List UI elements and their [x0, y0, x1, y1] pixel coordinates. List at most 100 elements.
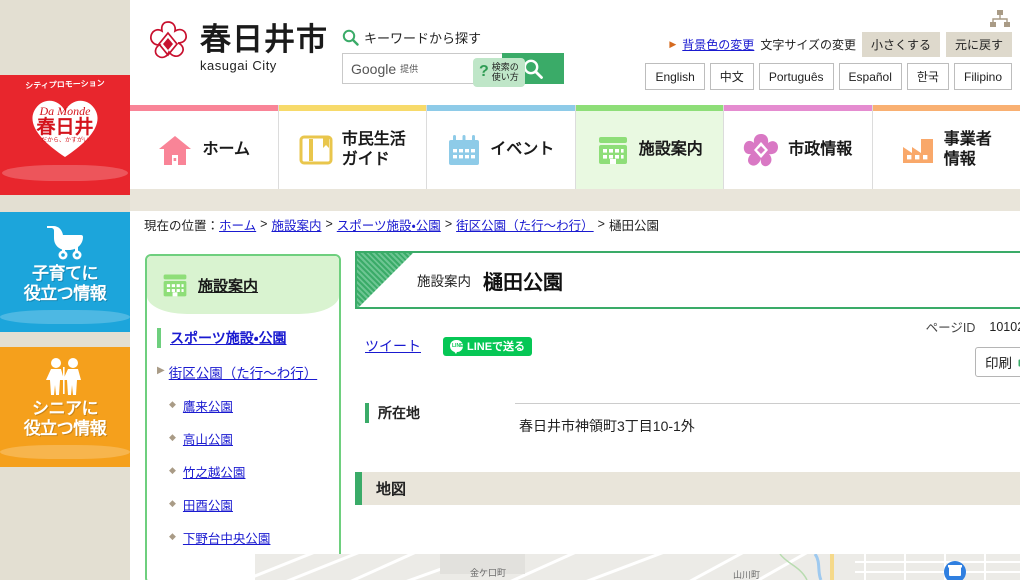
background-color-change-link[interactable]: 背景色の変更 — [682, 36, 754, 53]
address-value-wrap: 春日井市神領町3丁目10-1外 — [515, 403, 1020, 436]
logo-text-ja: 春日井市 — [200, 22, 328, 57]
promo-sidebar: シティプロモーション Da Monde 春日井 だから、かすがい 子育てに 役立… — [0, 0, 130, 580]
brush-stroke-decoration — [0, 445, 130, 459]
local-nav-link-tatori-park[interactable]: 田酉公園 — [183, 495, 233, 514]
local-nav-header: 施設案内 — [147, 256, 339, 314]
local-navigation: 施設案内 スポーツ施設・公園 ▶ 街区公園（た行～わ行） ◆ 鷹来公園 ◆ 高山… — [145, 254, 341, 580]
nav-label-business-info: 事業者 情報 — [943, 130, 992, 168]
kosodate-label-line2: 役立つ情報 — [23, 284, 107, 304]
lang-english[interactable]: English — [645, 63, 705, 90]
address-value: 春日井市神領町3丁目10-1外 — [519, 418, 695, 434]
nav-item-business-info[interactable]: 事業者 情報 — [872, 105, 1020, 189]
nav-item-facility-guide[interactable]: 施設案内 — [575, 105, 724, 189]
stroller-icon — [47, 226, 83, 260]
nav-item-citizen-guide[interactable]: 市民生活 ガイド — [278, 105, 427, 189]
map-section-title: 地図 — [376, 481, 407, 498]
senior-label: シニアに 役立つ情報 — [0, 399, 130, 440]
nav-label-citizen-guide: 市民生活 ガイド — [341, 130, 406, 168]
lang-chinese[interactable]: 中文 — [709, 63, 754, 90]
diamond-bullet-icon: ◆ — [169, 399, 176, 409]
senior-banner[interactable]: シニアに 役立つ情報 — [0, 347, 130, 467]
lang-filipino[interactable]: Filipino — [953, 63, 1012, 90]
breadcrumb-link-home[interactable]: ホーム — [219, 215, 256, 234]
breadcrumb-link-district-parks[interactable]: 街区公園（た行～わ行） — [456, 215, 594, 234]
nav-item-home[interactable]: ホーム — [130, 105, 279, 189]
nav-label-home: ホーム — [202, 140, 251, 158]
site-logo[interactable]: 春日井市 kasugai City — [142, 18, 328, 73]
nav-accent-bar — [724, 105, 872, 111]
nav-item-events[interactable]: イベント — [427, 105, 576, 189]
lang-portuguese[interactable]: Português — [758, 63, 834, 90]
local-nav-title: 施設案内 — [198, 277, 259, 295]
breadcrumb-link-sports-parks[interactable]: スポーツ施設・公園 — [337, 215, 441, 234]
list-item: ◆ 高山公園 — [169, 429, 339, 448]
local-nav-subsection: ▶ 街区公園（た行～わ行） — [157, 362, 339, 382]
question-mark-icon: ? — [479, 63, 489, 81]
font-smaller-button[interactable]: 小さくする — [861, 32, 940, 57]
promo-brand-da: Da Monde — [39, 104, 91, 118]
building-icon — [163, 274, 187, 297]
kosodate-label-line1: 子育てに — [32, 264, 99, 283]
local-nav-link-takaki-park[interactable]: 鷹来公園 — [183, 396, 233, 415]
line-share-button[interactable]: LINE LINEで送る — [443, 336, 533, 356]
elderly-couple-icon — [46, 358, 81, 395]
breadcrumb-link-facility-guide[interactable]: 施設案内 — [271, 215, 321, 234]
nav-accent-bar — [278, 105, 426, 111]
search-icon — [523, 59, 543, 79]
site-header: 春日井市 kasugai City キーワードから探す Google 提供 ? … — [130, 0, 1020, 105]
breadcrumb-separator: > — [597, 217, 605, 231]
brush-stroke-decoration — [2, 165, 128, 181]
corner-decoration — [357, 253, 413, 307]
page-meta: ページID 1010214 更新日 平成29年 — [926, 317, 1020, 336]
content-column: 施設案内 樋田公園 ツイート LINE LINEで送る ページID 101021… — [355, 237, 1020, 505]
senior-label-line1: シニアに — [32, 399, 99, 418]
address-field: 所在地 春日井市神領町3丁目10-1外 — [355, 403, 1020, 436]
lang-spanish[interactable]: Español — [838, 63, 902, 90]
breadcrumb-prefix: 現在の位置： — [144, 218, 220, 233]
breadcrumb-separator: > — [260, 217, 268, 231]
breadcrumb-current: 樋田公園 — [608, 218, 659, 233]
local-nav-link-district-parks[interactable]: 街区公園（た行～わ行） — [169, 362, 318, 382]
kosodate-label: 子育てに 役立つ情報 — [0, 264, 130, 305]
lang-korean[interactable]: 한국 — [906, 63, 949, 90]
map-embed[interactable]: 金ケ口町 山川町 — [255, 554, 1020, 580]
keyword-search-label: キーワードから探す — [364, 31, 482, 46]
breadcrumb-band — [130, 189, 1020, 211]
print-label: 印刷 — [985, 356, 1012, 371]
line-share-label: LINEで送る — [467, 341, 526, 353]
nav-item-city-government[interactable]: 市政情報 — [724, 105, 873, 189]
local-nav-link-shimonodai-central-park[interactable]: 下野台中央公園 — [183, 528, 271, 547]
page-root: シティプロモーション Da Monde 春日井 だから、かすがい 子育てに 役立… — [0, 0, 1020, 580]
main-area: 施設案内 スポーツ施設・公園 ▶ 街区公園（た行～わ行） ◆ 鷹来公園 ◆ 高山… — [130, 237, 1020, 580]
promo-brand-kanji: 春日井 — [36, 116, 94, 138]
promo-brand-sub: だから、かすがい — [40, 137, 89, 144]
senior-label-line2: 役立つ情報 — [23, 419, 107, 439]
diamond-bullet-icon: ◆ — [169, 432, 176, 442]
font-reset-button[interactable]: 元に戻す — [945, 32, 1012, 57]
kosodate-banner[interactable]: 子育てに 役立つ情報 — [0, 212, 130, 332]
line-icon: LINE — [450, 340, 463, 354]
page-title-banner: 施設案内 樋田公園 — [355, 251, 1020, 309]
breadcrumb-separator: > — [325, 217, 333, 231]
search-help-label: 検索の 使い方 — [491, 62, 519, 83]
local-nav-link-takenokoshi-park[interactable]: 竹之越公園 — [183, 462, 246, 481]
print-button[interactable]: 印刷 — [975, 347, 1020, 377]
sitemap-icon[interactable] — [990, 10, 1010, 28]
font-size-change-label: 文字サイズの変更 — [760, 38, 856, 52]
page-tools: 印刷 大きな文字で — [975, 347, 1020, 377]
breadcrumb-separator: > — [444, 217, 453, 231]
local-nav-section: スポーツ施設・公園 — [157, 328, 339, 348]
tweet-button[interactable]: ツイート — [365, 336, 421, 356]
share-buttons: ツイート LINE LINEで送る — [355, 333, 1020, 359]
local-nav-link-sports-parks[interactable]: スポーツ施設・公園 — [170, 330, 286, 346]
keyword-search-label-row: キーワードから探す — [342, 28, 632, 47]
diamond-bullet-icon: ◆ — [169, 498, 176, 508]
search-help-button[interactable]: ? 検索の 使い方 — [473, 58, 525, 87]
city-promotion-banner[interactable]: シティプロモーション Da Monde 春日井 だから、かすがい — [0, 75, 130, 195]
flower-icon — [744, 133, 779, 166]
diamond-bullet-icon: ◆ — [169, 465, 176, 475]
language-switcher: English 中文 Português Español 한국 Filipino — [645, 63, 1012, 90]
local-nav-link-takayama-park[interactable]: 高山公園 — [183, 429, 233, 448]
global-navigation: ホーム 市民生活 ガイド イベント 施設案内 市政情報 事業者 情報 — [130, 105, 1020, 189]
address-label: 所在地 — [365, 403, 515, 423]
